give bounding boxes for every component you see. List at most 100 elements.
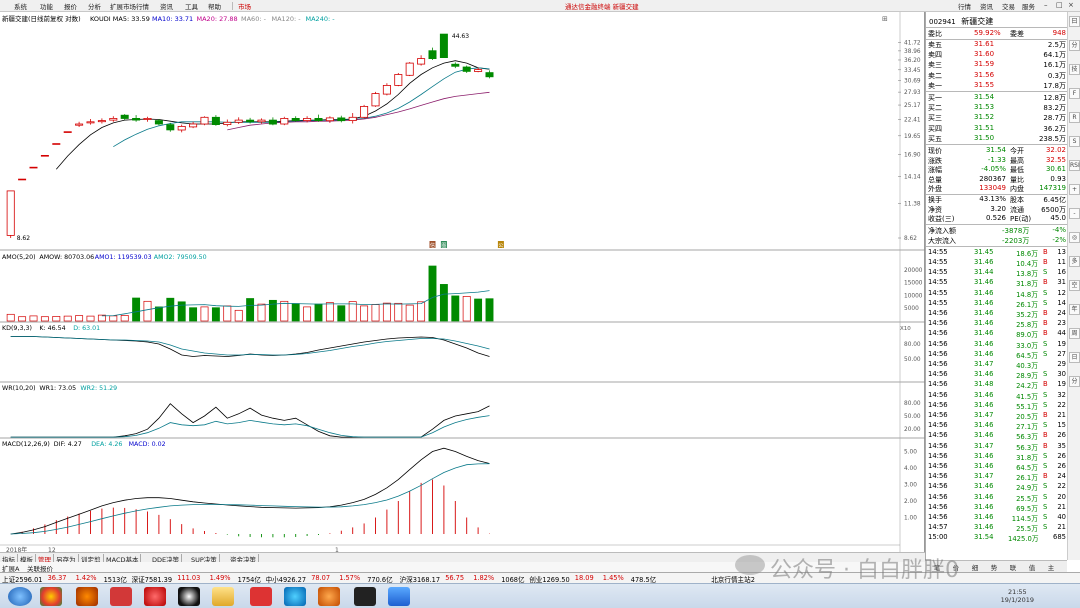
tick-side: B	[1043, 258, 1048, 266]
tick-count: 11	[1057, 258, 1066, 266]
menu-item[interactable]: 分析	[88, 1, 101, 11]
tick-row: 14:56 31.46 28.9万 S 30	[926, 370, 1068, 380]
toolbar-button[interactable]: R	[1069, 112, 1080, 123]
toolbar-button[interactable]: 多	[1069, 256, 1080, 267]
amo-bar	[371, 304, 380, 322]
toolbar-button[interactable]: +	[1069, 184, 1080, 195]
menu-item[interactable]: 报价	[64, 1, 77, 11]
buy-level-row[interactable]: 买五 31.50 238.5万	[926, 134, 1068, 144]
tick-row: 14:56 31.46 114.5万 S 40	[926, 513, 1068, 523]
toolbar-button[interactable]: 分	[1069, 376, 1080, 387]
tick-price: 31.46	[974, 298, 994, 307]
toolbar-button[interactable]: ◎	[1069, 232, 1080, 243]
toolbar-button[interactable]: 周	[1069, 328, 1080, 339]
header-button[interactable]: 行情	[958, 1, 971, 11]
tick-volume: 40.3万	[1016, 362, 1038, 370]
macd-y-label: 5.00	[904, 450, 917, 456]
quote-tab[interactable]: 势	[986, 562, 1002, 572]
quote-tab[interactable]: 主	[1043, 562, 1059, 572]
header-button[interactable]: 服务	[1022, 1, 1035, 11]
qq-icon[interactable]	[178, 587, 200, 606]
weibi-value: 59.92%	[974, 29, 1001, 37]
app-icon-1[interactable]	[76, 587, 98, 606]
tick-count: 23	[1057, 319, 1066, 328]
event-marker-text: 信	[430, 242, 435, 249]
menu-item[interactable]: 资讯	[160, 1, 173, 11]
menu-item[interactable]: 帮助	[208, 1, 221, 11]
header-button[interactable]: 交易	[1002, 1, 1015, 11]
menu-item[interactable]: 工具	[185, 1, 198, 11]
toolbar-button[interactable]: 分	[1069, 40, 1080, 51]
toolbar-button[interactable]: RSI	[1069, 160, 1080, 171]
menu-item[interactable]: 扩展市场行情	[110, 1, 149, 11]
weibi-label: 委比	[928, 30, 942, 38]
amo-y-label: 15000	[904, 281, 923, 287]
pane-close-icon[interactable]: ⊞	[882, 15, 888, 23]
sell-level-row[interactable]: 卖二 31.56 0.3万	[926, 71, 1068, 81]
stock-chart[interactable]: 新疆交建(日线前复权 对数) KOUDI MA5: 33.59 MA10: 33.7…	[0, 12, 925, 552]
app-icon-3[interactable]	[144, 587, 166, 606]
buy-level-row[interactable]: 买二 31.53 83.2万	[926, 103, 1068, 113]
tick-side: B	[1043, 329, 1048, 338]
tick-row: 14:55 31.46 10.4万 B 11	[926, 258, 1068, 268]
flow-percent: -2%	[1052, 235, 1066, 244]
toolbar-button[interactable]: F	[1069, 88, 1080, 99]
app-icon-8[interactable]	[388, 587, 410, 606]
toolbar-button[interactable]: S	[1069, 136, 1080, 147]
close-icon[interactable]: ×	[1068, 1, 1074, 9]
toolbar-button[interactable]: 年	[1069, 304, 1080, 315]
quote-tab[interactable]: 值	[1024, 562, 1040, 572]
candle-body	[462, 66, 471, 72]
minimize-icon[interactable]: –	[1044, 1, 1048, 9]
browser-icon[interactable]	[40, 587, 62, 606]
toolbar-button[interactable]: 技	[1069, 64, 1080, 75]
sell-level-row[interactable]: 卖四 31.60 64.1万	[926, 50, 1068, 60]
taskbar-clock: 21:55 19/1/2019	[1001, 588, 1034, 604]
macd-y-label: 4.00	[904, 466, 917, 472]
tick-side: S	[1043, 288, 1048, 297]
sell-level-row[interactable]: 卖一 31.55 17.8万	[926, 81, 1068, 91]
tick-price: 31.46	[974, 451, 994, 460]
sell-level-row[interactable]: 卖五 31.61 2.5万	[926, 40, 1068, 50]
candle-body	[143, 118, 152, 120]
quote-tab[interactable]: 联	[1005, 562, 1021, 572]
sell-level-row[interactable]: 卖三 31.59 16.1万	[926, 60, 1068, 70]
menu-item[interactable]: 功能	[40, 1, 53, 11]
folder-icon[interactable]	[212, 587, 234, 606]
candle-body	[382, 85, 391, 95]
buy-level-row[interactable]: 买四 31.51 36.2万	[926, 124, 1068, 134]
candle-body	[6, 190, 15, 236]
amo-bar	[303, 306, 312, 322]
chart-area[interactable]: 新疆交建(日线前复权 对数) KOUDI MA5: 33.59 MA10: 33.7…	[0, 12, 925, 552]
amo-bar	[280, 300, 289, 322]
tick-side: S	[1043, 370, 1048, 379]
start-button-icon[interactable]	[8, 587, 32, 606]
quote-tab[interactable]: 细	[967, 562, 983, 572]
app-icon-4[interactable]	[250, 587, 272, 606]
menu-bar: 系统 功能 报价 分析 扩展市场行情 资讯 工具 帮助 市场 通达信金融终端 新疆交建 行情 资讯 交易…	[0, 0, 1080, 12]
tick-row: 14:57 31.46 25.5万 S 21	[926, 523, 1068, 533]
toolbar-button[interactable]: 曰	[1069, 16, 1080, 27]
app-icon-6[interactable]	[318, 587, 340, 606]
amo-bar	[314, 303, 323, 322]
buy-level-row[interactable]: 买三 31.52 28.7万	[926, 113, 1068, 123]
menu-market[interactable]: 市场	[238, 1, 251, 11]
app-icon-2[interactable]	[110, 587, 132, 606]
candle-body	[109, 118, 118, 121]
toolbar-button[interactable]: -	[1069, 208, 1080, 219]
ma-label: MA120: -	[272, 15, 302, 23]
stat-label: 今开	[1010, 147, 1024, 155]
maximize-icon[interactable]: □	[1056, 1, 1063, 9]
buy-level-row[interactable]: 买一 31.54 12.8万	[926, 93, 1068, 103]
menu-item[interactable]: 系统	[14, 1, 27, 11]
tick-time: 14:56	[928, 400, 948, 409]
toolbar-button[interactable]: 空	[1069, 280, 1080, 291]
toolbar-button[interactable]: 日	[1069, 352, 1080, 363]
tick-count: 26	[1057, 451, 1066, 460]
app-icon-5[interactable]	[284, 587, 306, 606]
app-icon-7[interactable]	[354, 587, 376, 606]
buy-level-label: 买四	[928, 124, 942, 133]
buy-level-volume: 12.8万	[1043, 94, 1066, 102]
header-button[interactable]: 资讯	[980, 1, 993, 11]
stat-value: 6.45亿	[1043, 196, 1066, 204]
